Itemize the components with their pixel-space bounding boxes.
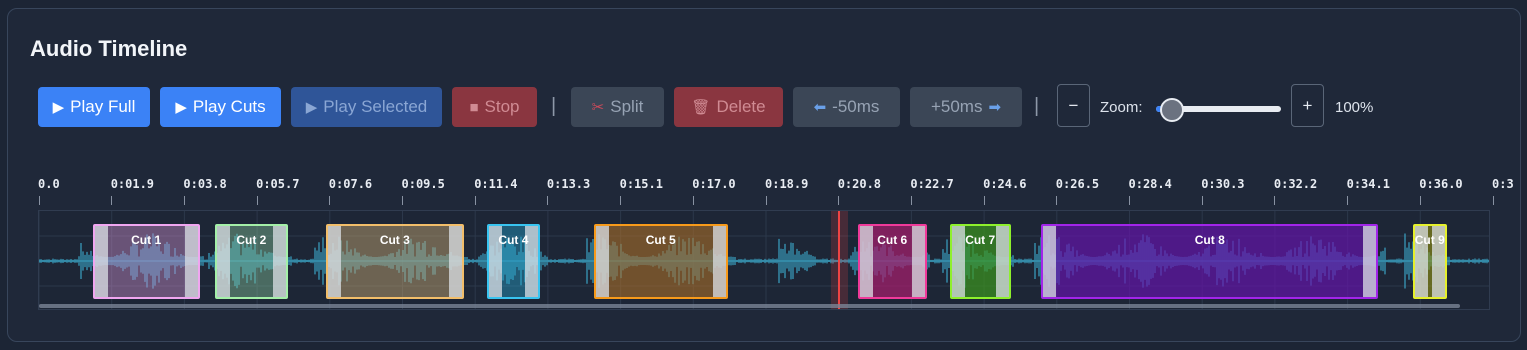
ruler-tick-label: 0:26.5: [1055, 177, 1100, 191]
ruler-tick-label: 0.0: [38, 177, 60, 191]
cut-region[interactable]: Cut 7: [949, 224, 1011, 299]
play-icon: ▶: [305, 99, 318, 116]
arrow-left-icon: ⬅: [813, 99, 827, 116]
nudge-back-label: -50ms: [832, 97, 880, 116]
ruler-tick-label: 0:32.2: [1273, 177, 1318, 191]
nudge-forward-label: +50ms: [930, 97, 983, 116]
cut-region[interactable]: Cut 8: [1041, 224, 1379, 299]
cut-region[interactable]: Cut 4: [486, 224, 541, 299]
ruler-tick-label: 0:09.5: [401, 177, 445, 191]
ruler-tick: [474, 196, 476, 205]
play-icon: ▶: [52, 99, 65, 116]
ruler-tick-label: 0:36.0: [1419, 177, 1463, 191]
trash-icon: 🗑: [691, 99, 711, 116]
arrow-right-icon: ➡: [988, 99, 1002, 116]
zoom-value: 100%: [1335, 99, 1374, 116]
zoom-in-button[interactable]: +: [1291, 84, 1324, 127]
scissors-icon: ✂: [591, 99, 605, 116]
delete-button[interactable]: 🗑 Delete: [674, 87, 783, 127]
ruler-tick: [183, 196, 185, 205]
ruler-tick: [692, 196, 694, 205]
ruler-tick: [838, 196, 840, 205]
ruler-tick-label: 0:3: [1492, 177, 1514, 191]
play-full-button[interactable]: ▶ Play Full: [38, 87, 150, 127]
split-label: Split: [610, 97, 644, 116]
ruler-tick-label: 0:13.3: [546, 177, 591, 191]
horizontal-scrollbar[interactable]: [39, 304, 1460, 308]
ruler-tick-label: 0:01.9: [110, 177, 155, 191]
cut-label: Cut 2: [236, 233, 267, 247]
ruler-tick: [1129, 196, 1130, 205]
cut-region[interactable]: Cut 1: [92, 224, 200, 299]
ruler-tick-label: 0:03.8: [183, 177, 227, 191]
playhead[interactable]: [830, 211, 848, 309]
ruler-tick: [329, 196, 331, 205]
ruler-tick: [620, 196, 622, 205]
zoom-out-button[interactable]: −: [1057, 84, 1090, 127]
cut-region[interactable]: Cut 6: [857, 224, 927, 299]
toolbar-separator: |: [551, 95, 557, 117]
ruler-tick: [1274, 196, 1276, 205]
ruler-tick: [765, 196, 767, 205]
stop-icon: ■: [469, 98, 479, 116]
play-cuts-label: Play Cuts: [192, 97, 266, 116]
ruler-tick: [547, 196, 549, 205]
ruler-tick: [402, 196, 403, 205]
nudge-back-button[interactable]: ⬅ -50ms: [793, 87, 900, 127]
ruler-tick-label: 0:18.9: [765, 177, 809, 191]
ruler-tick-label: 0:24.6: [983, 177, 1027, 191]
ruler-tick-label: 0:20.8: [837, 177, 882, 191]
play-full-label: Play Full: [70, 97, 136, 116]
ruler-tick-label: 0:28.4: [1128, 177, 1172, 191]
ruler-tick-label: 0:34.1: [1346, 177, 1390, 191]
ruler-tick: [1201, 196, 1203, 205]
ruler-tick-label: 0:05.7: [256, 177, 300, 191]
cut-region[interactable]: Cut 3: [325, 224, 464, 299]
ruler-tick-label: 0:15.1: [619, 177, 663, 191]
delete-label: Delete: [716, 97, 766, 116]
stop-button[interactable]: ■ Stop: [452, 87, 537, 127]
ruler-tick: [910, 196, 912, 205]
cut-label: Cut 1: [131, 233, 162, 247]
time-ruler[interactable]: 0.0 0:01.9 0:03.8 0:05.7 0:07.6 0:09.5 0:11.4 0…: [38, 177, 1514, 207]
stop-label: Stop: [484, 97, 520, 116]
cut-label: Cut 4: [498, 233, 529, 247]
zoom-slider-knob[interactable]: [1160, 98, 1184, 122]
playhead-line: [837, 211, 840, 309]
split-button[interactable]: ✂ Split: [571, 87, 664, 127]
nudge-forward-button[interactable]: +50ms ➡: [910, 87, 1022, 127]
ruler-tick-label: 0:22.7: [910, 177, 954, 191]
cut-region[interactable]: Cut 5: [593, 224, 728, 299]
toolbar-separator: |: [1034, 95, 1040, 117]
ruler-tick-label: 0:07.6: [328, 177, 373, 191]
cut-label: Cut 5: [645, 233, 676, 247]
cut-label: Cut 8: [1194, 233, 1225, 247]
cut-label: Cut 9: [1414, 233, 1445, 247]
zoom-label: Zoom:: [1100, 99, 1143, 116]
cut-label: Cut 3: [379, 233, 410, 247]
ruler-tick: [1492, 196, 1494, 205]
ruler-tick: [111, 196, 113, 205]
ruler-tick: [1056, 196, 1058, 205]
panel-title: Audio Timeline: [30, 36, 188, 61]
cut-label: Cut 6: [877, 233, 908, 247]
ruler-tick: [1419, 196, 1421, 205]
ruler-tick: [983, 196, 985, 205]
cut-region[interactable]: Cut 2: [215, 224, 288, 299]
cut-region[interactable]: Cut 9: [1412, 224, 1447, 299]
ruler-tick-label: 0:11.4: [474, 177, 518, 191]
ruler-tick-label: 0:17.0: [692, 177, 736, 191]
play-selected-label: Play Selected: [323, 97, 428, 116]
ruler-tick: [256, 196, 258, 205]
play-selected-button[interactable]: ▶ Play Selected: [291, 87, 442, 127]
ruler-tick: [38, 196, 40, 205]
cut-label: Cut 7: [965, 233, 996, 247]
ruler-tick: [1347, 196, 1349, 205]
waveform-track[interactable]: Cut 1 Cut 2 Cut 3 Cut 4 Cut 5 Cut 6 Cut 7 Cut 8…: [38, 210, 1490, 310]
play-icon: ▶: [175, 99, 187, 116]
play-cuts-button[interactable]: ▶ Play Cuts: [160, 87, 281, 127]
ruler-tick-label: 0:30.3: [1201, 177, 1245, 191]
